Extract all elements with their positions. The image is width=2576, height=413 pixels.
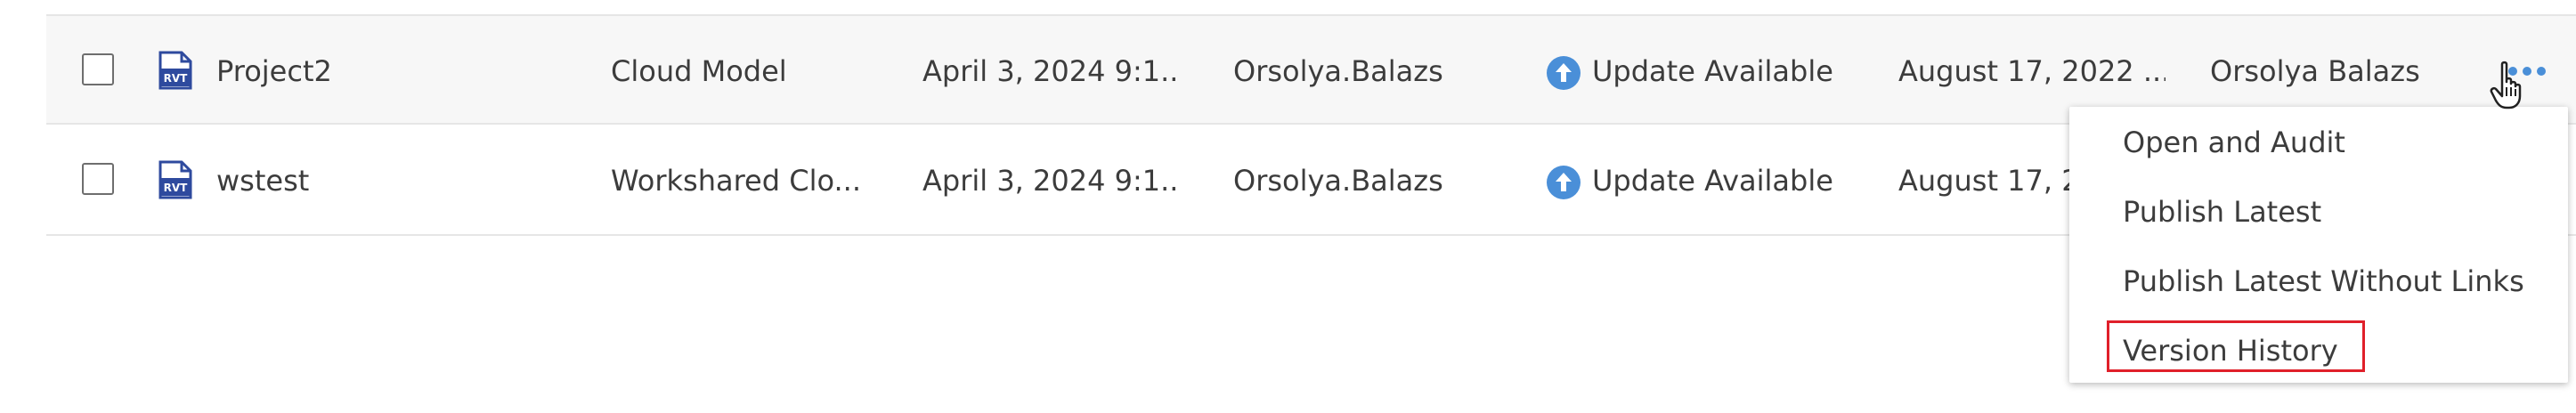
menu-item-publish-latest[interactable]: Publish Latest [2069, 185, 2568, 239]
menu-item-label: Open and Audit [2123, 126, 2345, 159]
file-name[interactable]: Project2 [216, 16, 332, 126]
modified-by: Orsolya.Balazs [1233, 164, 1443, 198]
modified-date: April 3, 2024 9:1... [922, 54, 1181, 88]
file-icon-label: RVT [164, 182, 189, 194]
modified-by: Orsolya.Balazs [1233, 54, 1443, 88]
rvt-file-icon: RVT [158, 160, 192, 199]
row-checkbox[interactable] [82, 53, 114, 85]
context-menu: Open and Audit Publish Latest Publish La… [2069, 107, 2568, 383]
menu-item-open-and-audit[interactable]: Open and Audit [2069, 116, 2568, 169]
hand-pointer-icon [2490, 61, 2522, 109]
file-type: Cloud Model [611, 54, 787, 88]
menu-item-label: Publish Latest [2123, 195, 2322, 229]
menu-item-publish-latest-without-links[interactable]: Publish Latest Without Links [2069, 255, 2568, 308]
upload-arrow-icon [1547, 56, 1581, 90]
rvt-file-icon: RVT [158, 51, 192, 90]
modified-date: April 3, 2024 9:1... [922, 164, 1181, 198]
row-checkbox[interactable] [82, 163, 114, 195]
menu-item-version-history[interactable]: Version History [2069, 324, 2568, 377]
file-type: Workshared Clo... [611, 164, 861, 198]
update-status[interactable]: Update Available [1592, 126, 1833, 236]
menu-item-label: Publish Latest Without Links [2123, 264, 2524, 298]
update-status[interactable]: Update Available [1592, 16, 1833, 126]
file-icon-label: RVT [164, 72, 189, 85]
file-name[interactable]: wstest [216, 126, 309, 236]
upload-arrow-icon [1547, 166, 1581, 199]
menu-item-label: Version History [2123, 334, 2338, 368]
file-list: RVT Project2 Cloud Model April 3, 2024 9… [0, 0, 2576, 413]
